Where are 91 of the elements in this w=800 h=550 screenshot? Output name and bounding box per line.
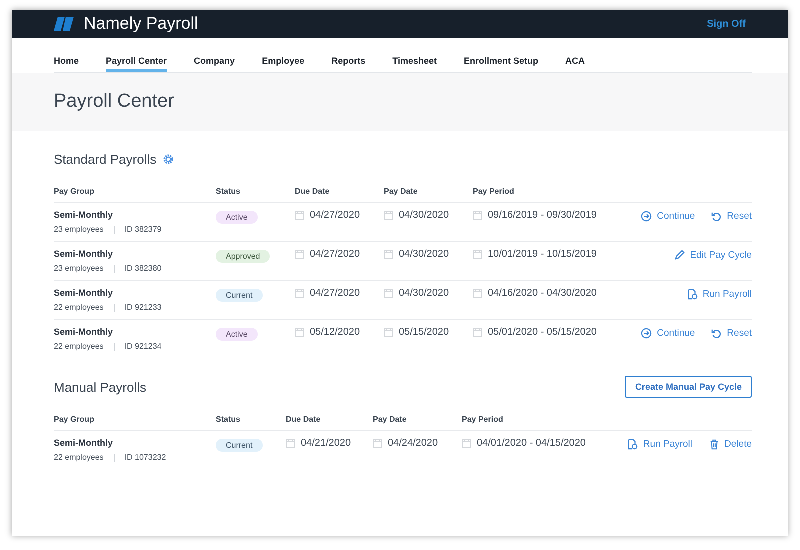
- due-date: 04/27/2020: [310, 210, 360, 221]
- calendar-icon: [473, 328, 482, 337]
- pay-group-name: Semi-Monthly: [54, 210, 114, 220]
- calendar-icon: [286, 439, 295, 448]
- sign-off-link[interactable]: Sign Off: [707, 18, 746, 30]
- status-badge: Approved: [216, 250, 270, 263]
- column-header: Due Date: [295, 187, 384, 203]
- calendar-icon: [384, 289, 393, 298]
- status-badge: Current: [216, 439, 263, 452]
- pay-date: 04/30/2020: [399, 249, 450, 260]
- column-header: Pay Period: [473, 187, 752, 203]
- pay-group-name: Semi-Monthly: [54, 288, 114, 298]
- nav-tab[interactable]: Enrollment Setup: [464, 56, 538, 72]
- status-badge: Current: [216, 289, 263, 302]
- nav-tab[interactable]: Reports: [332, 56, 366, 72]
- employee-count: 23 employees: [54, 264, 104, 273]
- calendar-icon: [384, 328, 393, 337]
- column-header: Pay Period: [462, 415, 752, 431]
- group-id: ID 921234: [124, 342, 162, 351]
- group-id: ID 1073232: [124, 453, 166, 462]
- settings-icon[interactable]: [162, 154, 174, 164]
- column-header: Due Date: [286, 415, 373, 431]
- due-date: 04/21/2020: [301, 438, 352, 449]
- status-badge: Active: [216, 328, 258, 341]
- edit-link[interactable]: Edit Pay Cycle: [674, 249, 752, 261]
- document-icon: [686, 288, 698, 300]
- calendar-icon: [295, 289, 304, 298]
- reset-link[interactable]: Reset: [711, 327, 752, 339]
- column-header: Pay Date: [384, 187, 473, 203]
- column-header: Status: [216, 187, 295, 203]
- group-id: ID 382379: [124, 225, 162, 234]
- employee-count: 22 employees: [54, 342, 104, 351]
- run-link[interactable]: Run Payroll: [686, 288, 752, 300]
- delete-link[interactable]: Delete: [708, 438, 752, 450]
- pay-group-name: Semi-Monthly: [54, 249, 114, 259]
- undo-icon: [711, 210, 722, 222]
- pay-period: 04/01/2020 - 04/15/2020: [477, 438, 586, 449]
- column-header: Pay Date: [373, 415, 462, 431]
- pay-date: 04/30/2020: [399, 210, 450, 221]
- column-header: Status: [216, 415, 286, 431]
- section-title: Standard Payrolls: [54, 152, 157, 166]
- calendar-icon: [384, 211, 393, 220]
- section-title: Manual Payrolls: [54, 380, 146, 394]
- continue-link[interactable]: Continue: [641, 327, 696, 339]
- pay-date: 04/30/2020: [399, 288, 450, 299]
- pencil-icon: [674, 250, 686, 260]
- employee-count: 22 employees: [54, 453, 104, 462]
- pay-group-name: Semi-Monthly: [54, 438, 114, 448]
- calendar-icon: [473, 250, 482, 259]
- app-title: Namely Payroll: [84, 14, 200, 34]
- reset-link[interactable]: Reset: [711, 210, 752, 222]
- logo-icon: [54, 15, 74, 33]
- arrow-circle-icon: [641, 328, 652, 338]
- document-icon: [627, 438, 638, 450]
- arrow-circle-icon: [641, 210, 652, 222]
- nav-tab[interactable]: Home: [54, 56, 80, 72]
- due-date: 05/12/2020: [310, 327, 360, 338]
- pay-group-name: Semi-Monthly: [54, 327, 114, 337]
- nav-tab[interactable]: Timesheet: [392, 56, 437, 72]
- pay-period: 09/16/2019 - 09/30/2019: [488, 210, 597, 221]
- calendar-icon: [473, 211, 482, 220]
- pay-period: 10/01/2019 - 10/15/2019: [488, 249, 597, 260]
- due-date: 04/27/2020: [310, 249, 360, 260]
- pay-period: 04/16/2020 - 04/30/2020: [488, 288, 597, 299]
- employee-count: 22 employees: [54, 303, 104, 312]
- nav-tab[interactable]: ACA: [565, 56, 585, 72]
- calendar-icon: [473, 289, 482, 298]
- run-link[interactable]: Run Payroll: [627, 438, 693, 450]
- pay-date: 04/24/2020: [388, 438, 438, 449]
- column-header: Pay Group: [54, 187, 216, 203]
- undo-icon: [711, 328, 722, 338]
- pay-date: 05/15/2020: [399, 327, 450, 338]
- create-button[interactable]: Create Manual Pay Cycle: [625, 376, 752, 398]
- nav-tab[interactable]: Company: [194, 56, 236, 72]
- group-id: ID 382380: [124, 264, 162, 273]
- calendar-icon: [295, 211, 304, 220]
- employee-count: 23 employees: [54, 225, 104, 234]
- status-badge: Active: [216, 211, 258, 224]
- due-date: 04/27/2020: [310, 288, 360, 299]
- calendar-icon: [295, 250, 304, 259]
- calendar-icon: [373, 439, 382, 448]
- calendar-icon: [462, 439, 471, 448]
- calendar-icon: [295, 328, 304, 337]
- column-header: Pay Group: [54, 415, 216, 431]
- nav-tab[interactable]: Employee: [262, 56, 305, 72]
- calendar-icon: [384, 250, 393, 259]
- group-id: ID 921233: [124, 303, 162, 312]
- pay-period: 05/01/2020 - 05/15/2020: [488, 327, 597, 338]
- page-title: Payroll Center: [54, 91, 174, 113]
- continue-link[interactable]: Continue: [641, 210, 696, 222]
- trash-icon: [708, 438, 720, 450]
